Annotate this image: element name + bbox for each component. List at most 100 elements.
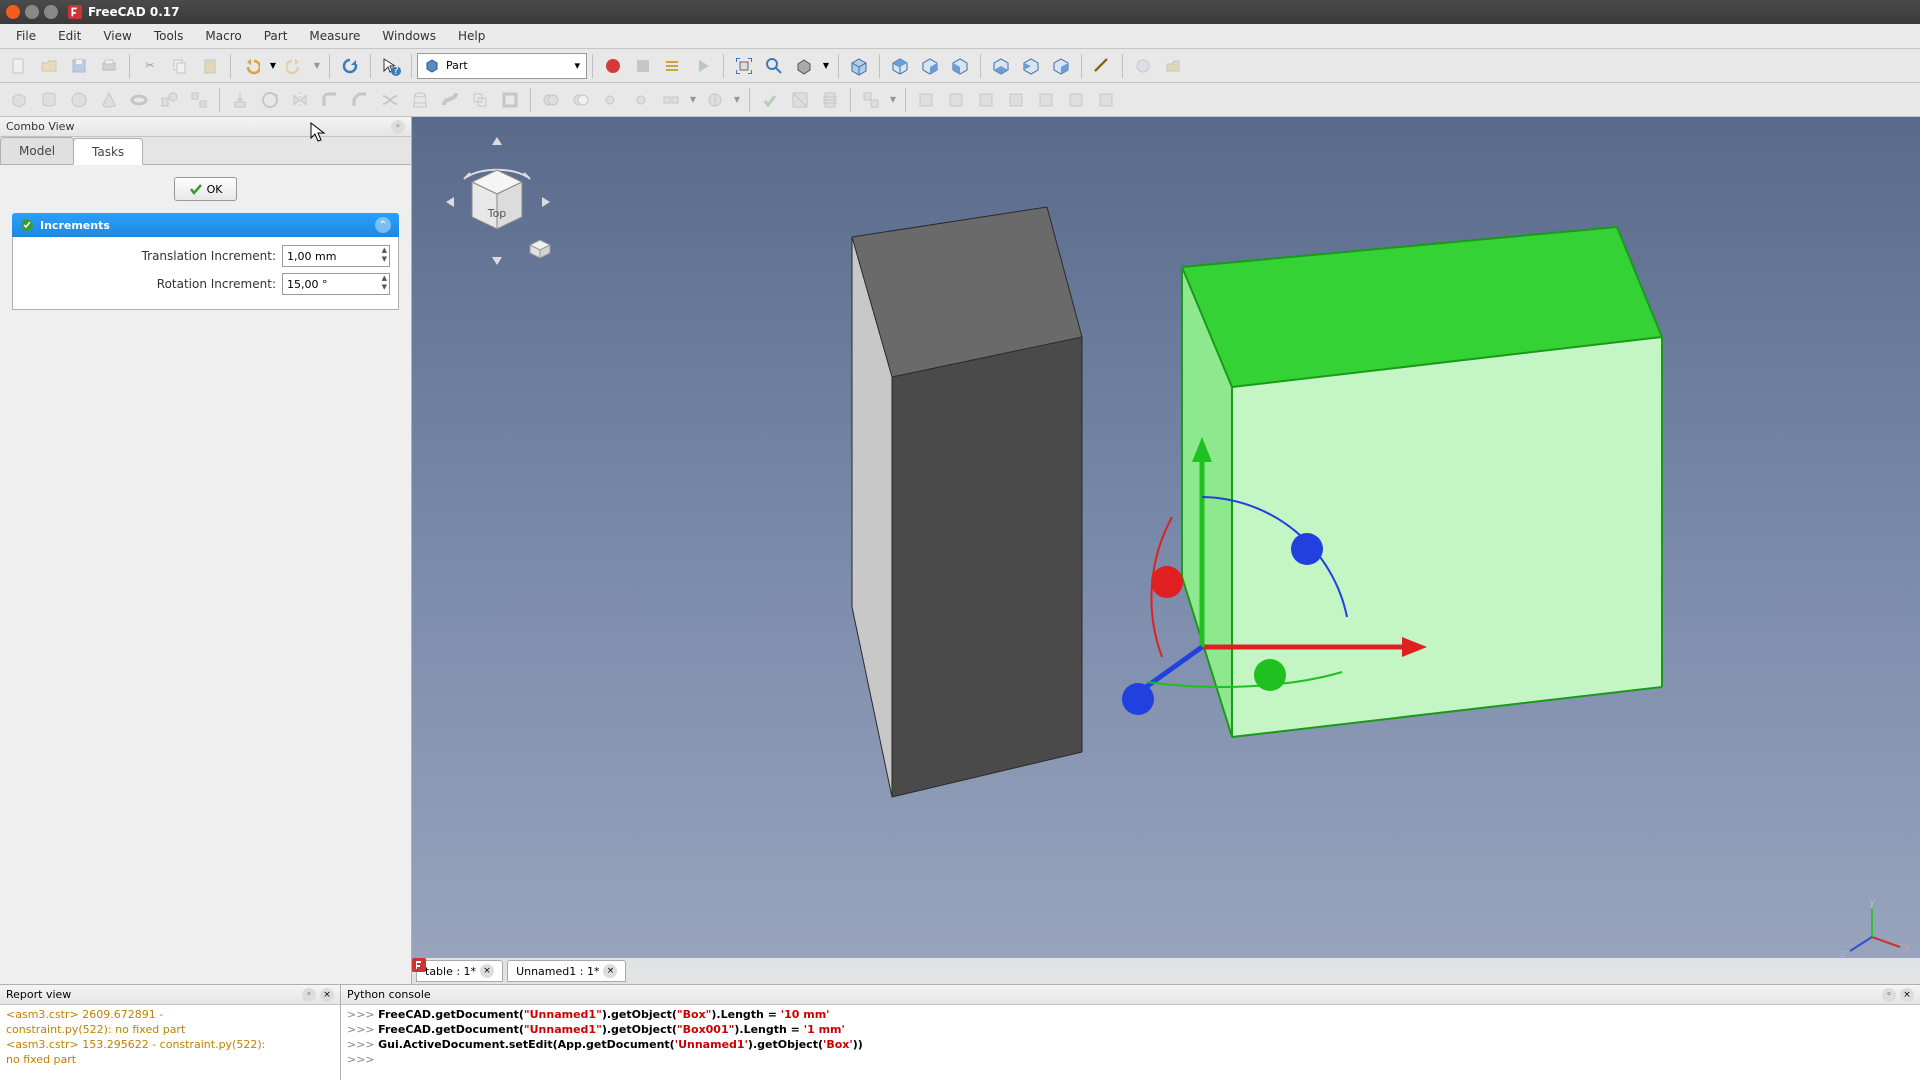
increments-panel-header[interactable]: Increments ⌃ xyxy=(12,213,399,237)
m2-button[interactable] xyxy=(941,85,971,115)
save-button[interactable] xyxy=(64,51,94,81)
chamfer-button[interactable] xyxy=(345,85,375,115)
menu-file[interactable]: File xyxy=(6,25,46,47)
view-top-button[interactable] xyxy=(915,51,945,81)
undo-button[interactable] xyxy=(236,51,266,81)
macro-list-button[interactable] xyxy=(658,51,688,81)
m5-button[interactable] xyxy=(1031,85,1061,115)
draw-style-button[interactable] xyxy=(789,51,819,81)
spin-down-icon[interactable]: ▼ xyxy=(382,256,387,265)
doc-tab-unnamed1[interactable]: Unnamed1 : 1* × xyxy=(507,960,626,982)
view-right-button[interactable] xyxy=(945,51,975,81)
cross-sections-button[interactable] xyxy=(815,85,845,115)
nav-cube[interactable]: Top xyxy=(446,137,550,265)
menu-tools[interactable]: Tools xyxy=(144,25,194,47)
ruled-surf-button[interactable] xyxy=(375,85,405,115)
mirror-button[interactable] xyxy=(285,85,315,115)
measure-linear-button[interactable] xyxy=(1087,51,1117,81)
m3-button[interactable] xyxy=(971,85,1001,115)
menu-part[interactable]: Part xyxy=(254,25,298,47)
sweep-button[interactable] xyxy=(435,85,465,115)
menu-macro[interactable]: Macro xyxy=(195,25,251,47)
menu-windows[interactable]: Windows xyxy=(372,25,446,47)
object-box001-selected[interactable] xyxy=(1182,227,1662,737)
combo-view-header[interactable]: Combo View ◦ xyxy=(0,117,411,137)
redo-button[interactable] xyxy=(280,51,310,81)
whats-this-button[interactable]: ? xyxy=(376,51,406,81)
combo-collapse-button[interactable]: ◦ xyxy=(391,120,405,134)
m1-button[interactable] xyxy=(911,85,941,115)
part-op2-button[interactable] xyxy=(1158,51,1188,81)
view-rear-button[interactable] xyxy=(986,51,1016,81)
translation-increment-spinbox[interactable]: 1,00 mm ▲▼ xyxy=(282,245,390,267)
part-torus-button[interactable] xyxy=(124,85,154,115)
view-bottom-button[interactable] xyxy=(1016,51,1046,81)
window-minimize-button[interactable] xyxy=(25,5,39,19)
revolve-button[interactable] xyxy=(255,85,285,115)
copy-button[interactable] xyxy=(165,51,195,81)
undo-dropdown[interactable]: ▼ xyxy=(266,51,280,81)
compound-dropdown[interactable]: ▼ xyxy=(886,85,900,115)
ok-button[interactable]: OK xyxy=(174,177,238,201)
compound-button[interactable] xyxy=(856,85,886,115)
thickness-button[interactable] xyxy=(495,85,525,115)
cut-bool-button[interactable] xyxy=(566,85,596,115)
window-close-button[interactable] xyxy=(6,5,20,19)
refresh-button[interactable] xyxy=(335,51,365,81)
part-cylinder-button[interactable] xyxy=(34,85,64,115)
menu-measure[interactable]: Measure xyxy=(299,25,370,47)
panel-close-button[interactable]: × xyxy=(320,988,334,1002)
view-front-button[interactable] xyxy=(885,51,915,81)
common-button[interactable] xyxy=(626,85,656,115)
new-doc-button[interactable] xyxy=(4,51,34,81)
redo-dropdown[interactable]: ▼ xyxy=(310,51,324,81)
view-isometric-button[interactable] xyxy=(844,51,874,81)
object-box[interactable] xyxy=(852,207,1082,797)
section-button[interactable] xyxy=(785,85,815,115)
split-dropdown[interactable]: ▼ xyxy=(730,85,744,115)
m6-button[interactable] xyxy=(1061,85,1091,115)
part-op1-button[interactable] xyxy=(1128,51,1158,81)
offset3d-button[interactable] xyxy=(465,85,495,115)
m7-button[interactable] xyxy=(1091,85,1121,115)
cut-button[interactable]: ✂ xyxy=(135,51,165,81)
tab-tasks[interactable]: Tasks xyxy=(73,138,143,165)
panel-dock-button[interactable]: ◦ xyxy=(302,988,316,1002)
view-left-button[interactable] xyxy=(1046,51,1076,81)
fit-all-button[interactable] xyxy=(729,51,759,81)
check-geom-button[interactable] xyxy=(755,85,785,115)
python-console-body[interactable]: >>> FreeCAD.getDocument("Unnamed1").getO… xyxy=(341,1005,1920,1080)
rotation-increment-spinbox[interactable]: 15,00 ° ▲▼ xyxy=(282,273,390,295)
fillet-button[interactable] xyxy=(315,85,345,115)
fuse-button[interactable] xyxy=(596,85,626,115)
part-cone-button[interactable] xyxy=(94,85,124,115)
report-view-body[interactable]: <asm3.cstr> 2609.672891 - constraint.py(… xyxy=(0,1005,340,1080)
macro-record-button[interactable] xyxy=(598,51,628,81)
menu-view[interactable]: View xyxy=(93,25,141,47)
m4-button[interactable] xyxy=(1001,85,1031,115)
tab-model[interactable]: Model xyxy=(0,137,74,164)
macro-play-button[interactable] xyxy=(688,51,718,81)
join-connect-button[interactable] xyxy=(656,85,686,115)
panel-close-button[interactable]: × xyxy=(1900,988,1914,1002)
fit-selection-button[interactable] xyxy=(759,51,789,81)
menu-help[interactable]: Help xyxy=(448,25,495,47)
paste-button[interactable] xyxy=(195,51,225,81)
workbench-selector[interactable]: Part ▾ xyxy=(417,53,587,79)
panel-collapse-button[interactable]: ⌃ xyxy=(375,217,391,233)
loft-button[interactable] xyxy=(405,85,435,115)
menu-edit[interactable]: Edit xyxy=(48,25,91,47)
split-button[interactable] xyxy=(700,85,730,115)
part-primitives-button[interactable] xyxy=(154,85,184,115)
extrude-button[interactable] xyxy=(225,85,255,115)
part-builder-button[interactable] xyxy=(184,85,214,115)
join-dropdown[interactable]: ▼ xyxy=(686,85,700,115)
part-sphere-button[interactable] xyxy=(64,85,94,115)
window-maximize-button[interactable] xyxy=(44,5,58,19)
part-box-button[interactable] xyxy=(4,85,34,115)
3d-viewport[interactable]: Top xyxy=(412,117,1920,984)
panel-dock-button[interactable]: ◦ xyxy=(1882,988,1896,1002)
macro-stop-button[interactable] xyxy=(628,51,658,81)
draw-style-dropdown[interactable]: ▼ xyxy=(819,51,833,81)
print-button[interactable] xyxy=(94,51,124,81)
